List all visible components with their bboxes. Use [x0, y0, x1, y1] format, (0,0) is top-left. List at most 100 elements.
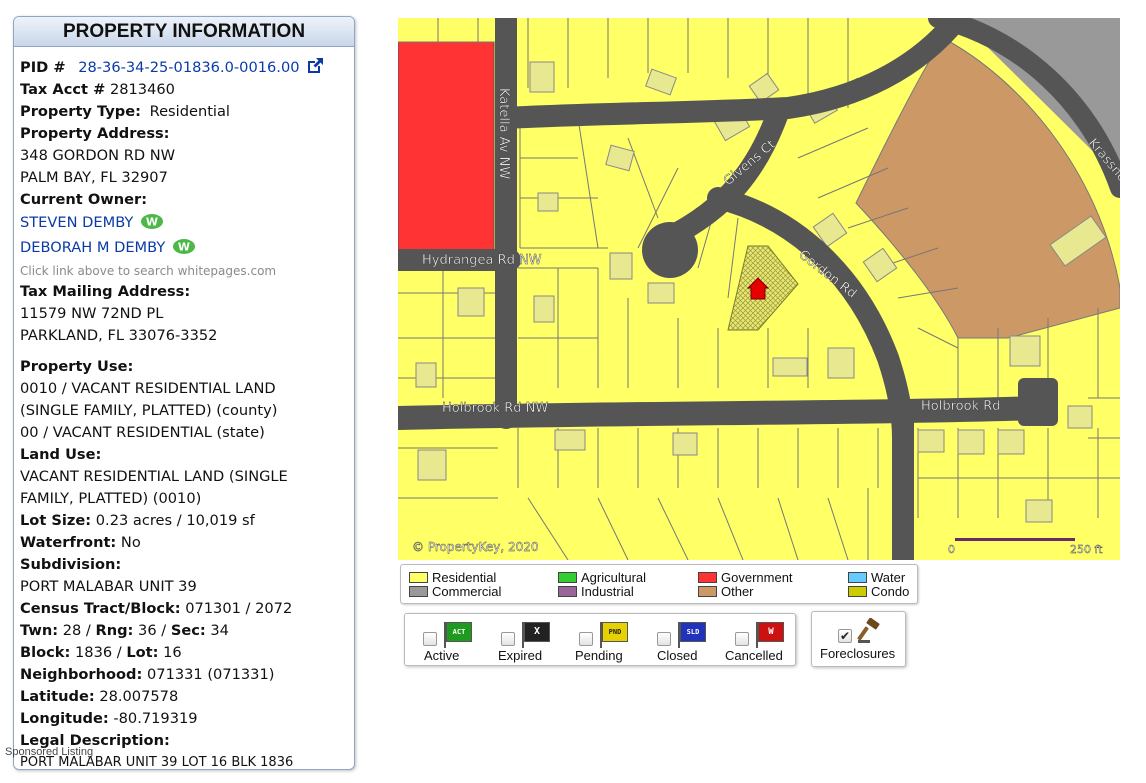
svg-text:W: W: [146, 216, 158, 229]
subdivision-value: PORT MALABAR UNIT 39: [20, 578, 197, 595]
expired-checkbox[interactable]: [501, 632, 515, 646]
active-checkbox[interactable]: [423, 632, 437, 646]
land-use-label: Land Use:: [20, 446, 102, 463]
twn-value: 28: [62, 622, 82, 639]
latitude-row: Latitude: 28.007578: [20, 686, 354, 708]
neighborhood-value: 071331 (071331): [147, 666, 275, 683]
cancelled-flag-icon: W: [758, 622, 784, 642]
pending-label[interactable]: Pending: [575, 648, 623, 663]
map-copyright: © PropertyKey, 2020: [412, 540, 539, 554]
waterfront-label: Waterfront:: [20, 534, 117, 551]
waterfront-value: No: [120, 534, 141, 551]
legend-label: Other: [721, 584, 754, 599]
subdivision-label: Subdivision:: [20, 556, 122, 573]
census-value: 071301 / 2072: [185, 600, 293, 617]
mailing-label: Tax Mailing Address:: [20, 283, 191, 300]
government-parcel: [398, 41, 495, 261]
mailing-line2: PARKLAND, FL 33076-3352: [20, 327, 218, 344]
neighborhood-row: Neighborhood: 071331 (071331): [20, 664, 354, 686]
lot-size-row: Lot Size: 0.23 acres / 10,019 sf: [20, 510, 354, 532]
pending-flag-icon: PND: [602, 622, 628, 642]
legend-item: Other: [698, 585, 754, 599]
lot-label: Lot:: [126, 644, 159, 661]
cancelled-checkbox[interactable]: [735, 632, 749, 646]
pid-link[interactable]: 28-36-34-25-01836.0-0016.00: [78, 59, 299, 76]
street-label-holbrook-west: Holbrook Rd NW: [442, 401, 548, 416]
whitepages-icon[interactable]: W: [172, 238, 196, 255]
lot-size-value: 0.23 acres / 10,019 sf: [95, 512, 255, 529]
map-legend: Residential Commercial Agricultural Indu…: [400, 564, 918, 604]
block-lot-row: Block: 1836 / Lot: 16: [20, 644, 182, 661]
legend-swatch: [698, 572, 717, 583]
pid-label: PID #: [20, 59, 66, 76]
owner-link-2[interactable]: DEBORAH M DEMBY: [20, 239, 165, 256]
closed-flag-icon: SLD: [680, 622, 706, 642]
legend-item: Condo: [848, 585, 909, 599]
panel-body: PID # 28-36-34-25-01836.0-0016.00 Tax Ac…: [14, 47, 354, 769]
expired-flag-icon: X: [524, 622, 550, 642]
twn-rng-sec-row: Twn: 28 / Rng: 36 / Sec: 34: [20, 622, 229, 639]
holbrook-cul-de-sac: [1018, 378, 1058, 426]
legend-item: Commercial: [409, 585, 501, 599]
closed-checkbox[interactable]: [657, 632, 671, 646]
block-value: 1836: [75, 644, 113, 661]
legend-swatch: [409, 586, 428, 597]
legend-label: Agricultural: [581, 570, 647, 585]
pending-checkbox[interactable]: [579, 632, 593, 646]
listing-status-filters: ACT Active X Expired PND Pending SLD Clo…: [404, 613, 796, 666]
address-label: Property Address:: [20, 125, 170, 142]
census-row: Census Tract/Block: 071301 / 2072: [20, 598, 354, 620]
tax-acct-label: Tax Acct #: [20, 81, 106, 98]
scale-bar: [955, 538, 1075, 541]
census-label: Census Tract/Block:: [20, 600, 181, 617]
foreclosures-filter: ✔ Foreclosures: [811, 611, 906, 667]
parcel-map[interactable]: Katella Av NW Givens Ct Hydrangea Rd NW …: [398, 18, 1120, 560]
sec-value: 34: [210, 622, 229, 639]
twn-label: Twn:: [20, 622, 59, 639]
latitude-value: 28.007578: [99, 688, 179, 705]
external-link-icon[interactable]: [306, 57, 324, 75]
expired-label[interactable]: Expired: [498, 648, 542, 663]
neighborhood-label: Neighborhood:: [20, 666, 143, 683]
legend-swatch: [558, 586, 577, 597]
legend-label: Industrial: [581, 584, 634, 599]
scale-end-label: 250 ft: [1070, 543, 1103, 556]
longitude-label: Longitude:: [20, 710, 109, 727]
longitude-value: -80.719319: [113, 710, 198, 727]
use-line: (SINGLE FAMILY, PLATTED) (county): [20, 402, 278, 419]
foreclosures-label[interactable]: Foreclosures: [820, 646, 895, 661]
street-label-hydrangea: Hydrangea Rd NW: [422, 253, 542, 268]
legend-swatch: [698, 586, 717, 597]
block-label: Block:: [20, 644, 71, 661]
sec-label: Sec:: [170, 622, 206, 639]
legend-item: Water: [848, 571, 905, 585]
owner-label: Current Owner:: [20, 191, 148, 208]
active-label[interactable]: Active: [424, 648, 459, 663]
property-type-value: Residential: [149, 103, 230, 120]
lot-size-label: Lot Size:: [20, 512, 92, 529]
use-line: 00 / VACANT RESIDENTIAL (state): [20, 424, 265, 441]
mailing-line1: 11579 NW 72ND PL: [20, 305, 164, 322]
legend-label: Residential: [432, 570, 497, 585]
foreclosures-checkbox[interactable]: ✔: [838, 629, 852, 643]
address-line1: 348 GORDON RD NW: [20, 147, 176, 164]
property-type-label: Property Type:: [20, 103, 141, 120]
land-use-line: FAMILY, PLATTED) (0010): [20, 490, 202, 507]
cancelled-label[interactable]: Cancelled: [725, 648, 783, 663]
longitude-row: Longitude: -80.719319: [20, 708, 354, 730]
active-flag-icon: ACT: [446, 622, 472, 642]
scale-start-label: 0: [948, 543, 955, 556]
legend-label: Commercial: [432, 584, 502, 599]
owner-link-1[interactable]: STEVEN DEMBY: [20, 214, 133, 231]
closed-label[interactable]: Closed: [657, 648, 697, 663]
legend-swatch: [848, 572, 867, 583]
street-label-katella: Katella Av NW: [496, 88, 511, 179]
legend-label: Water: [871, 570, 906, 585]
owner-row-1: STEVEN DEMBY W: [20, 211, 354, 235]
owner-note: Click link above to search whitepages.co…: [20, 264, 277, 278]
whitepages-icon[interactable]: W: [140, 213, 164, 230]
tax-acct-row: Tax Acct # 2813460: [20, 79, 354, 101]
legend-swatch: [848, 586, 867, 597]
legend-swatch: [409, 572, 428, 583]
street-label-holbrook-east: Holbrook Rd: [921, 399, 1001, 414]
